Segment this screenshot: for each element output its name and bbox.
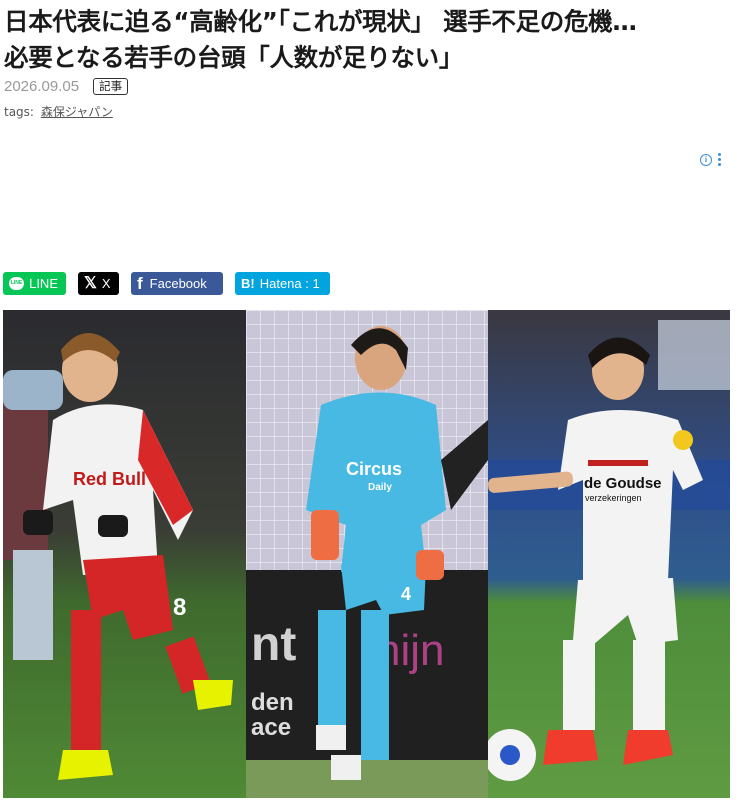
- shirt-text: Red Bull: [73, 469, 146, 489]
- shorts-number: 8: [173, 594, 186, 621]
- gk-shirt-text: Circus: [346, 459, 402, 479]
- tags-label: tags:: [4, 105, 34, 119]
- share-hatena-button[interactable]: B! Hatena : 1: [235, 272, 330, 295]
- share-buttons: LINE LINE 𝕏 X f Facebook B! Hatena : 1: [3, 272, 330, 295]
- share-x-button[interactable]: 𝕏 X: [78, 272, 119, 295]
- share-hatena-label: Hatena : 1: [259, 276, 320, 291]
- white-kit-shirt-text: de Goudse: [584, 475, 662, 492]
- facebook-icon: f: [137, 274, 143, 293]
- tag-link[interactable]: 森保ジャパン: [41, 105, 113, 119]
- article-hero-image: Red Bull 8 nt nijn den ace Circus Daily …: [3, 310, 730, 798]
- share-line-button[interactable]: LINE LINE: [3, 272, 66, 295]
- article-meta: 2026.09.05 記事: [4, 78, 129, 95]
- svg-text:den: den: [251, 689, 294, 716]
- share-x-label: X: [101, 276, 111, 291]
- info-icon[interactable]: i: [700, 153, 712, 166]
- category-badge[interactable]: 記事: [93, 78, 129, 95]
- white-kit-shirt-subtext: verzekeringen: [585, 493, 642, 503]
- svg-text:nt: nt: [251, 618, 296, 671]
- article-date: 2026.09.05: [4, 78, 80, 95]
- hatena-icon: B!: [241, 276, 255, 291]
- gk-number: 4: [401, 584, 411, 604]
- gk-shirt-subtext: Daily: [368, 482, 392, 493]
- share-facebook-button[interactable]: f Facebook: [131, 272, 223, 295]
- x-logo-icon: 𝕏: [84, 274, 97, 292]
- line-icon: LINE: [9, 277, 25, 290]
- vertical-dots-icon[interactable]: [718, 153, 721, 166]
- article-title-line-1: 日本代表に迫る“高齢化”「これが現状」 選手不足の危機…: [4, 7, 637, 36]
- article-title-line-2: 必要となる若手の台頭「人数が足りない」: [4, 43, 464, 72]
- svg-text:ace: ace: [251, 714, 291, 741]
- ad-controls: i: [700, 153, 721, 166]
- article-title: 日本代表に迫る“高齢化”「これが現状」 選手不足の危機… 必要となる若手の台頭「…: [4, 4, 739, 76]
- photo-panel-white-kit: de Goudse verzekeringen: [488, 310, 730, 798]
- share-line-label: LINE: [29, 276, 58, 291]
- photo-panel-goalkeeper: nt nijn den ace Circus Daily 4: [246, 310, 488, 798]
- tags-row: tags: 森保ジャパン: [4, 103, 113, 120]
- share-facebook-label: Facebook: [149, 276, 207, 291]
- photo-panel-redbull: Red Bull 8: [3, 310, 246, 798]
